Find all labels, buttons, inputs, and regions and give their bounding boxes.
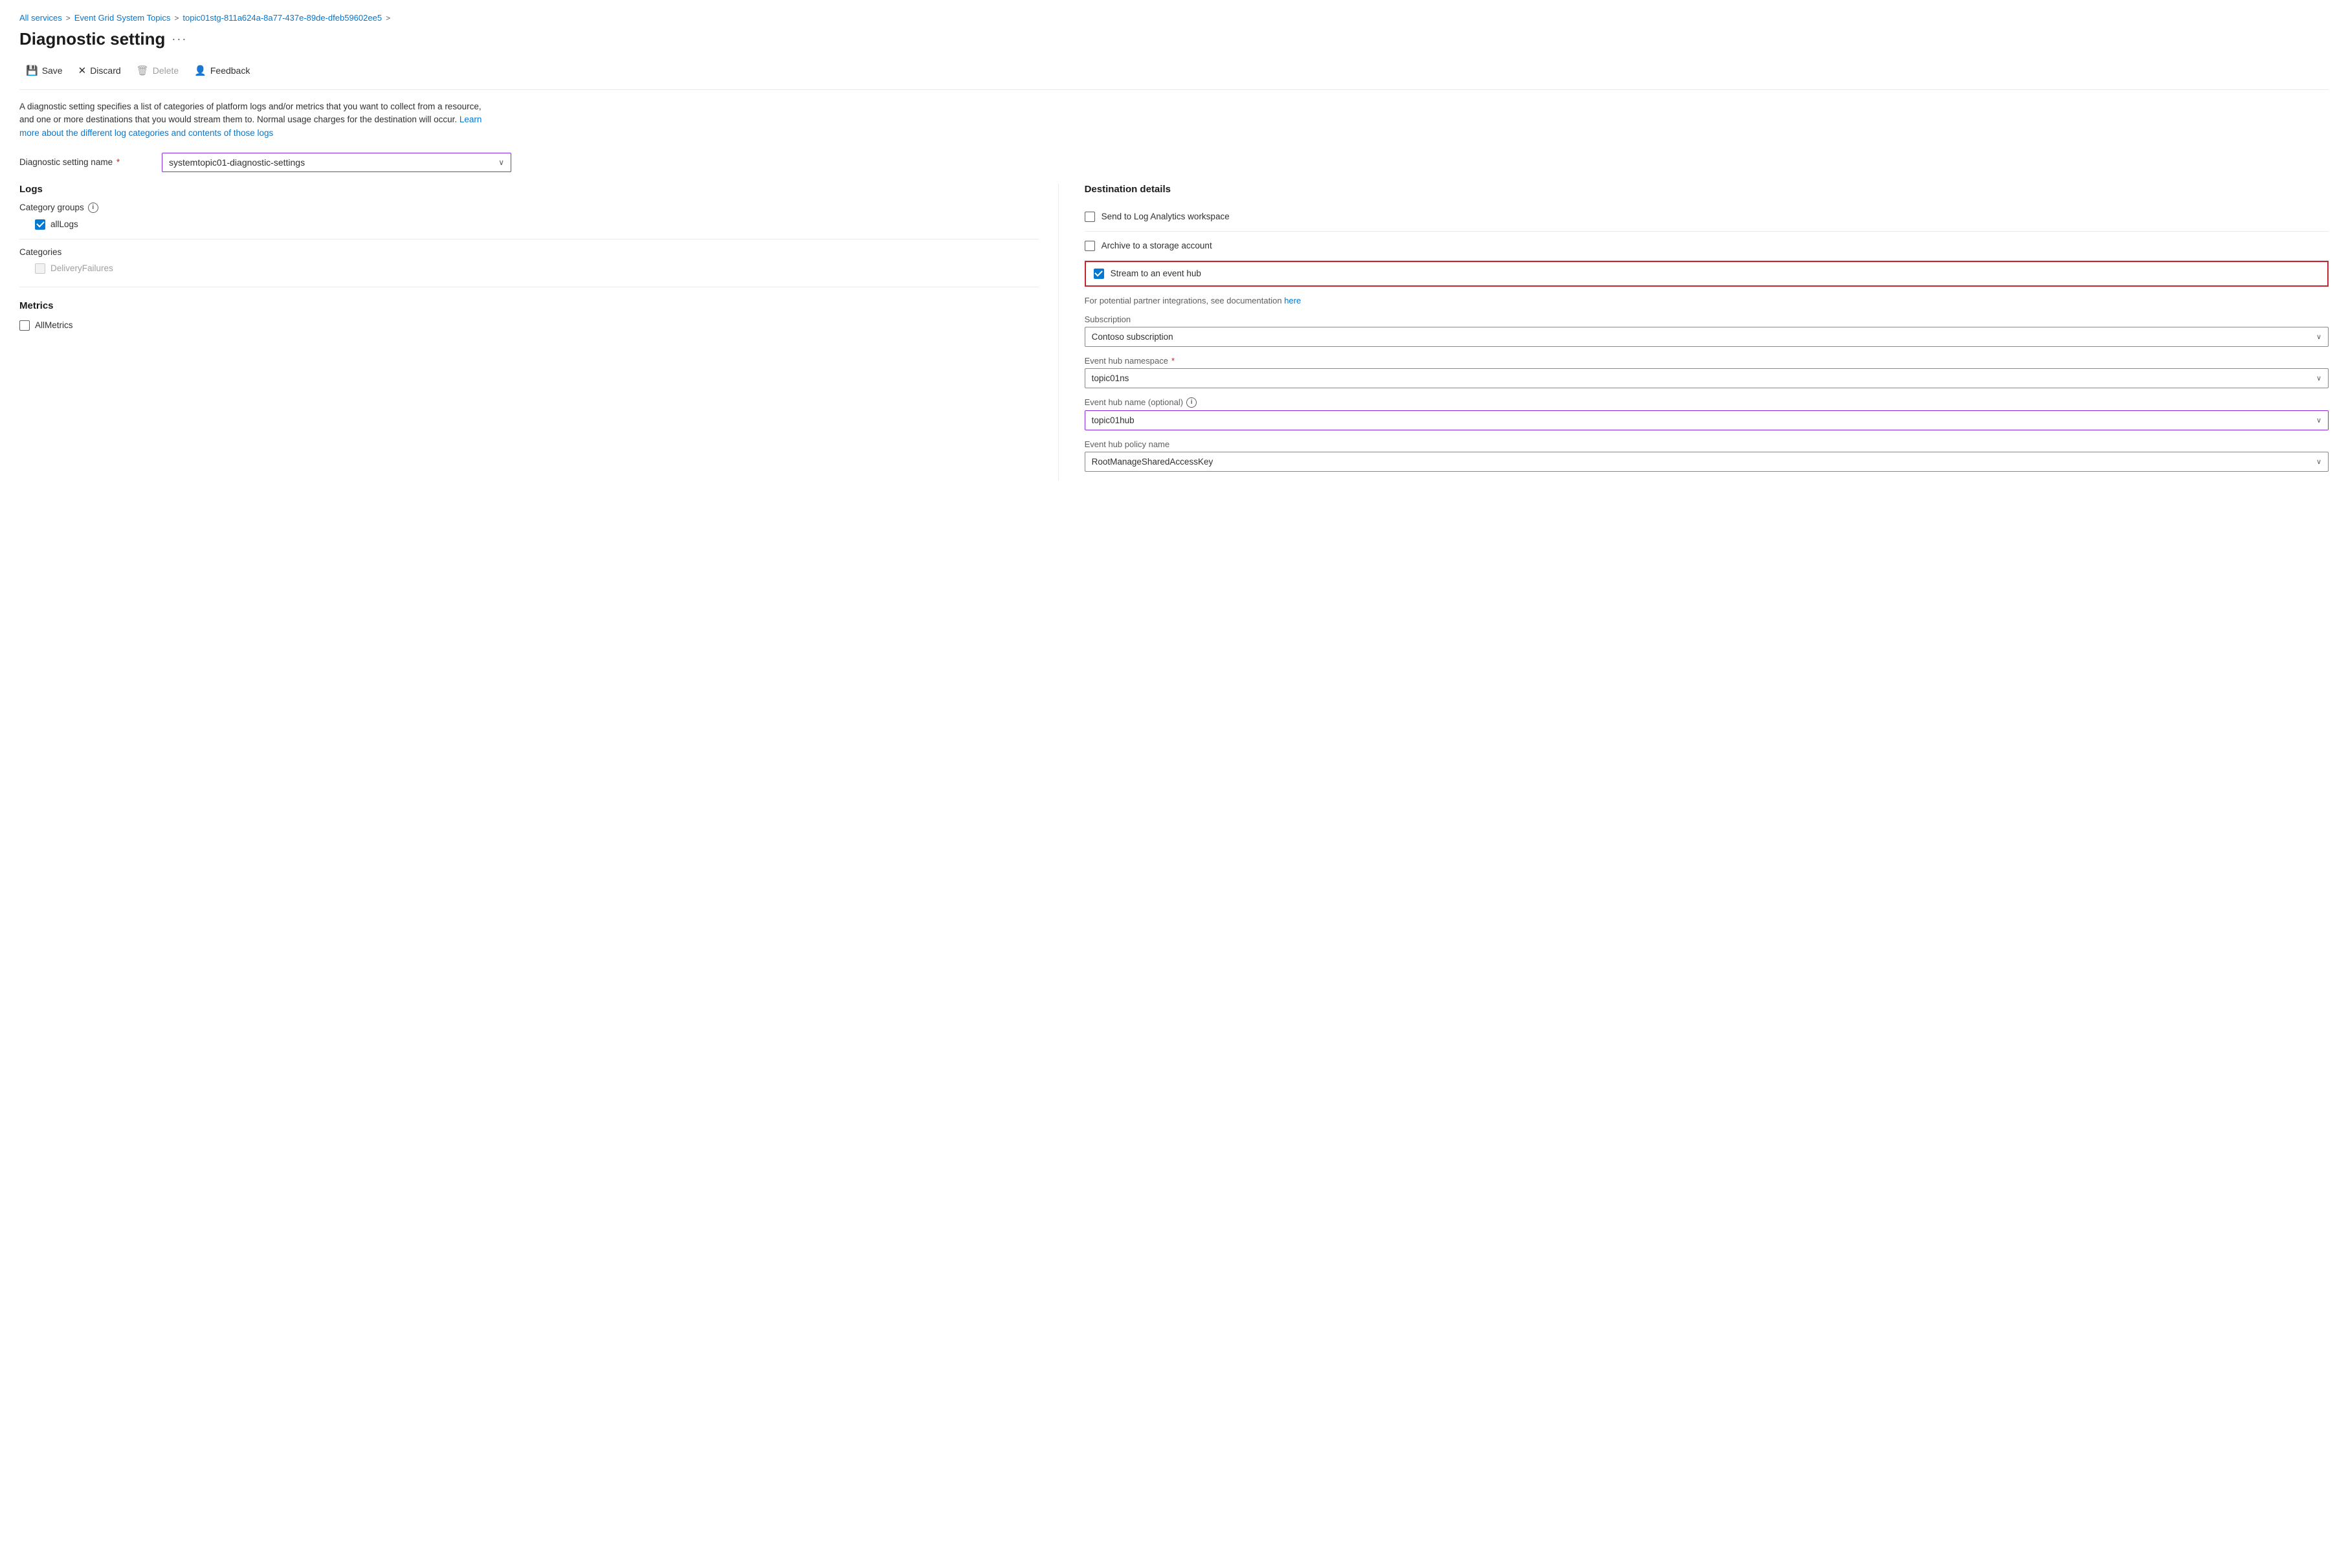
deliveryFailures-checkbox-row: DeliveryFailures [35,262,1039,275]
allLogs-checkbox-row: allLogs [35,218,1039,231]
breadcrumb-topic[interactable]: topic01stg-811a624a-8a77-437e-89de-dfeb5… [183,13,382,23]
page-title-ellipsis[interactable]: ··· [172,32,187,46]
storage-account-checkbox[interactable] [1085,241,1095,251]
log-analytics-checkbox[interactable] [1085,212,1095,222]
deliveryFailures-checkbox[interactable] [35,263,45,274]
allLogs-checkbox[interactable] [35,219,45,230]
breadcrumb-event-grid[interactable]: Event Grid System Topics [74,13,171,23]
event-hub-name-label: Event hub name (optional) i [1085,397,2329,408]
event-hub-policy-field: Event hub policy name RootManageSharedAc… [1085,439,2329,472]
discard-icon: ✕ [78,65,87,76]
subscription-dropdown[interactable]: Contoso subscription ∨ [1085,327,2329,347]
deliveryFailures-label: DeliveryFailures [50,263,113,273]
logs-section-title: Logs [19,184,1039,195]
partner-note: For potential partner integrations, see … [1085,296,2329,305]
feedback-icon: 👤 [194,65,206,76]
delete-icon: 🗑 [137,65,149,76]
event-hub-sub-fields: Subscription Contoso subscription ∨ Even… [1085,315,2329,472]
breadcrumb-sep-3: > [386,14,390,23]
delete-label: Delete [153,65,179,76]
categories-label: Categories [19,247,1039,257]
storage-account-item: Archive to a storage account [1085,232,2329,261]
description: A diagnostic setting specifies a list of… [19,100,485,140]
event-hub-name-field: Event hub name (optional) i topic01hub ∨ [1085,397,2329,430]
discard-label: Discard [90,65,120,76]
event-hub-item: Stream to an event hub [1085,261,2329,287]
allLogs-label: allLogs [50,219,78,229]
event-hub-checkbox[interactable] [1094,269,1104,279]
delete-button[interactable]: 🗑 Delete [130,61,186,80]
hub-name-chevron-icon: ∨ [2316,416,2321,425]
category-groups-label: Category groups i [19,203,1039,213]
page-title: Diagnostic setting [19,29,165,49]
breadcrumb-all-services[interactable]: All services [19,13,62,23]
subscription-chevron-icon: ∨ [2316,333,2321,341]
feedback-button[interactable]: 👤 Feedback [188,61,256,80]
event-hub-name-dropdown[interactable]: topic01hub ∨ [1085,410,2329,430]
subscription-value: Contoso subscription [1092,332,1173,342]
event-hub-policy-dropdown[interactable]: RootManageSharedAccessKey ∨ [1085,452,2329,472]
storage-account-label: Archive to a storage account [1102,241,1212,250]
breadcrumb-sep-2: > [174,14,179,23]
namespace-required-star: * [1171,356,1175,366]
allMetrics-checkbox[interactable] [19,320,30,331]
diagnostic-setting-name-row: Diagnostic setting name * ∨ [19,153,511,172]
log-analytics-item: Send to Log Analytics workspace [1085,203,2329,232]
left-panel: Logs Category groups i allLogs Categorie… [19,184,1059,481]
feedback-label: Feedback [210,65,250,76]
partner-link[interactable]: here [1284,296,1301,305]
event-hub-label: Stream to an event hub [1111,269,1201,278]
policy-chevron-icon: ∨ [2316,458,2321,466]
log-analytics-label: Send to Log Analytics workspace [1102,212,1230,221]
required-star: * [116,157,120,167]
event-hub-namespace-value: topic01ns [1092,373,1129,383]
description-text: A diagnostic setting specifies a list of… [19,102,482,124]
category-groups-info-icon[interactable]: i [88,203,98,213]
allMetrics-label: AllMetrics [35,320,73,330]
metrics-section: Metrics AllMetrics [19,300,1039,332]
subscription-label: Subscription [1085,315,2329,324]
page-title-row: Diagnostic setting ··· [19,29,2329,49]
diagnostic-setting-name-input[interactable] [169,157,498,168]
subscription-field: Subscription Contoso subscription ∨ [1085,315,2329,347]
toolbar: 💾 Save ✕ Discard 🗑 Delete 👤 Feedback [19,61,2329,90]
discard-button[interactable]: ✕ Discard [72,61,127,80]
logs-section: Logs Category groups i allLogs Categorie… [19,184,1039,275]
event-hub-name-info-icon[interactable]: i [1186,397,1197,408]
event-hub-namespace-dropdown[interactable]: topic01ns ∨ [1085,368,2329,388]
breadcrumb-sep-1: > [66,14,71,23]
namespace-chevron-icon: ∨ [2316,374,2321,382]
event-hub-policy-label: Event hub policy name [1085,439,2329,449]
save-button[interactable]: 💾 Save [19,61,69,80]
chevron-down-icon: ∨ [498,158,504,167]
allMetrics-checkbox-row: AllMetrics [19,319,1039,332]
destination-details-title: Destination details [1085,184,2329,195]
diagnostic-setting-name-label: Diagnostic setting name * [19,157,162,167]
breadcrumb: All services > Event Grid System Topics … [19,13,2329,23]
save-icon: 💾 [26,65,38,76]
main-content: Logs Category groups i allLogs Categorie… [19,184,2329,481]
save-label: Save [42,65,63,76]
diagnostic-setting-name-input-wrapper: ∨ [162,153,511,172]
event-hub-namespace-field: Event hub namespace * topic01ns ∨ [1085,356,2329,388]
right-panel: Destination details Send to Log Analytic… [1059,184,2329,481]
event-hub-namespace-label: Event hub namespace * [1085,356,2329,366]
event-hub-name-value: topic01hub [1092,415,1135,425]
metrics-section-title: Metrics [19,300,1039,311]
event-hub-policy-value: RootManageSharedAccessKey [1092,457,1213,467]
